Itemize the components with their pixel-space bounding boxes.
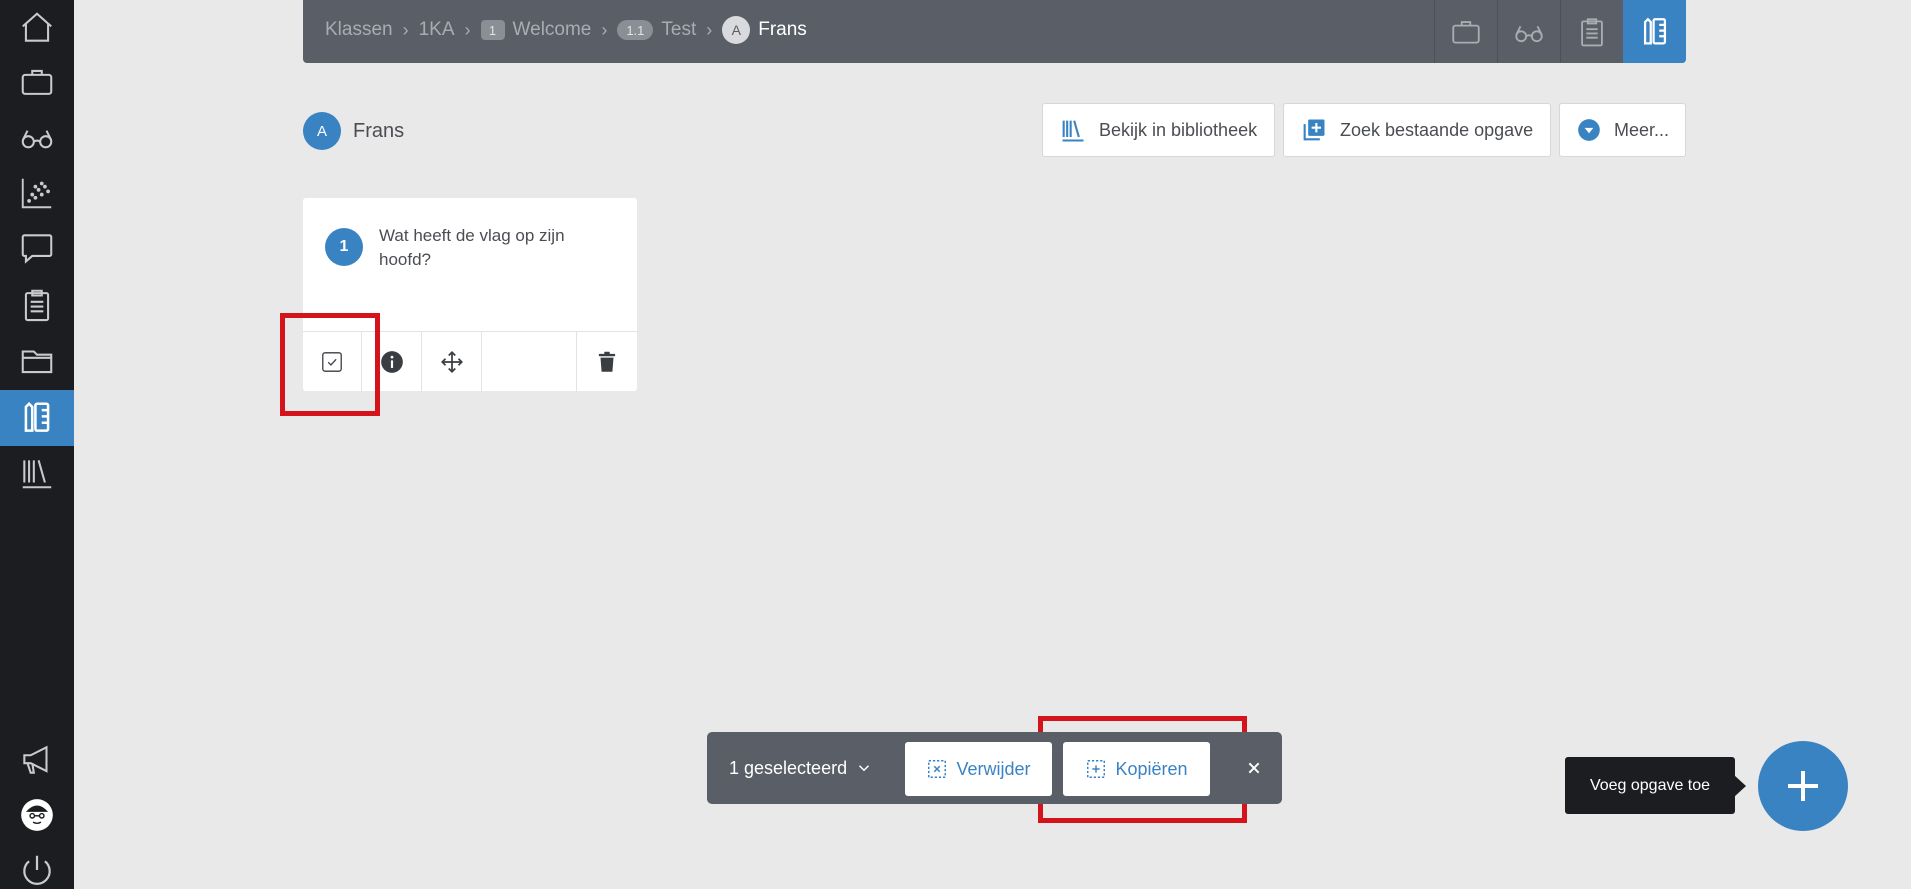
view-in-library-button[interactable]: Bekijk in bibliotheek — [1042, 103, 1275, 157]
sidebar-item-announcements[interactable] — [0, 732, 74, 788]
search-existing-exercise-button[interactable]: Zoek bestaande opgave — [1283, 103, 1551, 157]
home-icon — [22, 12, 52, 42]
exercise-editor-icon — [24, 401, 50, 432]
breadcrumb-item-current: A Frans — [722, 16, 807, 44]
view-review-button[interactable] — [1497, 0, 1560, 63]
folder-icon — [21, 350, 53, 374]
select-checkbox[interactable] — [303, 332, 362, 392]
view-tasks-button[interactable] — [1560, 0, 1623, 63]
copy-selected-button[interactable]: Kopiëren — [1063, 742, 1210, 796]
library-icon — [22, 460, 52, 489]
page-title: A Frans — [303, 112, 404, 150]
sidebar-item-review[interactable] — [0, 109, 74, 165]
sidebar-item-logout[interactable] — [0, 842, 74, 889]
sidebar-item-classes[interactable] — [0, 54, 74, 110]
briefcase-icon — [1452, 20, 1480, 44]
button-label: Meer... — [1613, 119, 1669, 140]
add-exercise-tooltip: Voeg opgave toe — [1565, 757, 1735, 814]
question-number: 1 — [325, 228, 363, 266]
question-text[interactable]: Wat heeft de vlag op zijn hoofd? — [379, 224, 619, 272]
breadcrumb-label: 1KA — [418, 19, 455, 40]
glasses-icon — [1515, 25, 1543, 42]
breadcrumb: Klassen › 1KA › 1 Welcome › 1.1 Test › A Fr… — [325, 0, 807, 60]
breadcrumb-label: Welcome — [512, 19, 592, 40]
move-arrows-icon — [440, 351, 463, 373]
view-switcher — [1434, 0, 1686, 63]
sidebar-item-library[interactable] — [0, 445, 74, 501]
breadcrumb-item-class[interactable]: 1KA — [419, 19, 455, 41]
sidebar — [0, 0, 74, 889]
clipboard-icon — [24, 289, 50, 322]
button-label: Kopiëren — [1115, 758, 1188, 779]
info-icon — [380, 351, 403, 373]
glasses-icon — [21, 130, 53, 149]
question-toolbar — [303, 331, 637, 392]
chevron-right-icon: › — [601, 19, 608, 40]
view-exercises-button[interactable] — [1623, 0, 1686, 63]
sidebar-item-statistics[interactable] — [0, 165, 74, 221]
trash-icon — [598, 351, 616, 372]
selection-bar: 1 geselecteerd Verwijder Kopiëren — [707, 732, 1282, 804]
question-move-handle[interactable] — [422, 332, 482, 392]
breadcrumb-item-chapter[interactable]: 1 Welcome — [480, 19, 592, 41]
caret-down-circle-icon — [1578, 119, 1600, 141]
avatar: A — [303, 112, 341, 150]
avatar: A — [722, 16, 751, 44]
button-label: Bekijk in bibliotheek — [1099, 119, 1258, 140]
chapter-badge: 1 — [480, 20, 505, 40]
breadcrumb-label: Frans — [758, 19, 807, 40]
plus-icon — [1788, 771, 1818, 801]
megaphone-icon — [23, 745, 48, 774]
clear-selection-button[interactable] — [1237, 732, 1271, 804]
scatter-chart-icon — [21, 178, 52, 209]
close-icon — [1248, 762, 1260, 774]
tooltip-arrow — [1734, 775, 1746, 797]
breadcrumb-label: Test — [661, 19, 697, 40]
chevron-down-icon — [859, 765, 870, 772]
add-selection-icon — [1087, 760, 1106, 778]
clipboard-icon — [1581, 17, 1603, 46]
sidebar-item-home[interactable] — [0, 0, 74, 56]
button-label: Verwijder — [956, 758, 1031, 779]
power-icon — [23, 855, 51, 885]
breadcrumb-label: Klassen — [325, 19, 393, 40]
section-badge: 1.1 — [617, 20, 654, 40]
selection-count-dropdown[interactable]: 1 geselecteerd — [729, 732, 873, 804]
question-card: 1 Wat heeft de vlag op zijn hoofd? — [303, 198, 637, 392]
question-delete-button[interactable] — [576, 332, 637, 392]
sidebar-item-files[interactable] — [0, 333, 74, 389]
briefcase-icon — [21, 69, 53, 95]
button-label: Zoek bestaande opgave — [1340, 119, 1534, 140]
sidebar-item-exercises[interactable] — [0, 390, 74, 446]
remove-selection-icon — [928, 760, 947, 778]
exercise-editor-icon — [1643, 17, 1666, 44]
sidebar-item-profile[interactable] — [0, 787, 74, 843]
delete-selected-button[interactable]: Verwijder — [905, 742, 1052, 796]
sidebar-item-messages[interactable] — [0, 220, 74, 276]
breadcrumb-bar: Klassen › 1KA › 1 Welcome › 1.1 Test › A Fr… — [303, 0, 1686, 63]
chevron-right-icon: › — [706, 19, 713, 40]
view-classes-button[interactable] — [1434, 0, 1497, 63]
sidebar-item-tasks[interactable] — [0, 277, 74, 333]
user-face-icon — [21, 799, 53, 831]
person-name: Frans — [353, 119, 405, 142]
more-button[interactable]: Meer... — [1559, 103, 1686, 157]
library-icon — [1062, 120, 1084, 142]
checkbox-checked-icon — [322, 352, 342, 372]
breadcrumb-item-classes[interactable]: Klassen — [325, 19, 393, 41]
breadcrumb-item-section[interactable]: 1.1 Test — [617, 19, 696, 41]
chevron-right-icon: › — [464, 19, 471, 40]
chat-icon — [21, 234, 53, 264]
selection-count-label: 1 geselecteerd — [729, 757, 848, 778]
add-exercise-button[interactable] — [1758, 741, 1848, 831]
chevron-right-icon: › — [402, 19, 409, 40]
add-copy-icon — [1303, 119, 1325, 141]
question-info-button[interactable] — [362, 332, 422, 392]
